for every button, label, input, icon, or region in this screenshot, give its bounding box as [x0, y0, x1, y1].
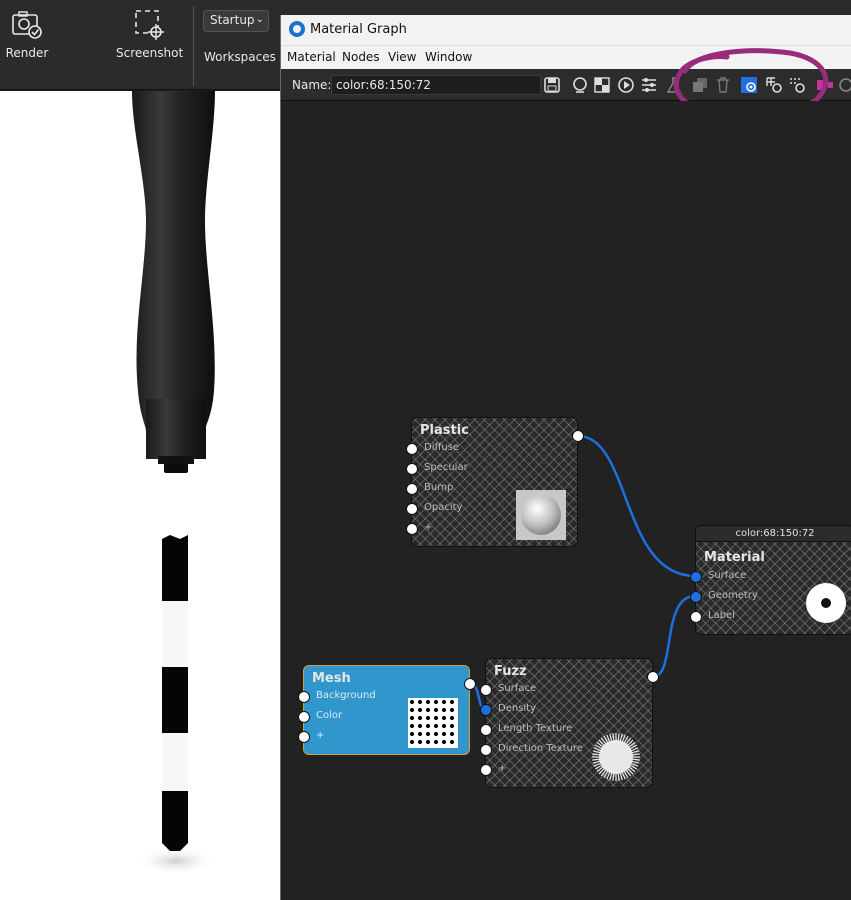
screenshot-icon: [135, 10, 164, 40]
output-pin[interactable]: [647, 671, 659, 683]
pen-model-render: [132, 91, 216, 875]
toolbar-divider: [193, 6, 194, 86]
window-title: Material Graph: [310, 22, 407, 37]
plastic-preview-thumbnail: [516, 490, 566, 540]
app-logo-icon: [289, 21, 305, 37]
material-preview-thumbnail: [806, 583, 846, 623]
mesh-node[interactable]: Mesh Background Color +: [298, 665, 476, 755]
workspace-select[interactable]: Startup ⌄: [203, 10, 269, 32]
node-graph-canvas[interactable]: Plastic Diffuse Specular Bump Opacity + …: [281, 101, 851, 900]
render-icon: [12, 11, 42, 39]
chevron-down-icon: ⌄: [255, 14, 264, 25]
screenshot-label: Screenshot: [116, 46, 184, 60]
screenshot-button[interactable]: Screenshot: [116, 8, 184, 60]
node-title: Material: [704, 550, 765, 565]
fuzz-node[interactable]: Fuzz Surface Density Length Texture Dire…: [480, 658, 659, 788]
render-viewport[interactable]: [0, 91, 282, 900]
menu-nodes[interactable]: Nodes: [342, 50, 380, 64]
menu-material[interactable]: Material: [287, 50, 336, 64]
workspaces-label: Workspaces: [204, 50, 276, 64]
plastic-node[interactable]: Plastic Diffuse Specular Bump Opacity +: [406, 417, 584, 547]
workspace-select-value: Startup: [210, 13, 255, 27]
fuzz-preview-thumbnail: [592, 733, 640, 781]
screen: Render Screenshot Startup ⌄ Workspaces M…: [0, 0, 851, 900]
graph-toolbar: Name:: [281, 48, 851, 118]
menu-view[interactable]: View: [388, 50, 416, 64]
window-titlebar[interactable]: Material Graph: [281, 15, 851, 45]
node-title: Plastic: [420, 423, 469, 438]
material-node[interactable]: color:68:150:72 Material Surface Geometr…: [690, 525, 851, 635]
render-button[interactable]: Render: [4, 8, 50, 60]
settings-icon[interactable]: [837, 76, 851, 94]
material-ball-icon[interactable]: [571, 76, 589, 94]
menu-window[interactable]: Window: [425, 50, 472, 64]
node-title: Fuzz: [494, 664, 527, 679]
play-circle-icon[interactable]: [617, 76, 635, 94]
save-icon[interactable]: [543, 76, 561, 94]
sliders-icon[interactable]: [640, 76, 658, 94]
output-pin[interactable]: [572, 430, 584, 442]
material-node-header: color:68:150:72: [696, 526, 851, 542]
material-name-input[interactable]: [331, 75, 541, 95]
output-pin[interactable]: [464, 678, 476, 690]
checker-icon[interactable]: [593, 76, 611, 94]
name-label: Name:: [292, 78, 332, 92]
mesh-preview-thumbnail: [408, 698, 458, 748]
node-title: Mesh: [312, 671, 351, 686]
material-graph-window[interactable]: Material Graph Material Nodes View Windo…: [280, 15, 851, 900]
render-label: Render: [5, 46, 49, 60]
